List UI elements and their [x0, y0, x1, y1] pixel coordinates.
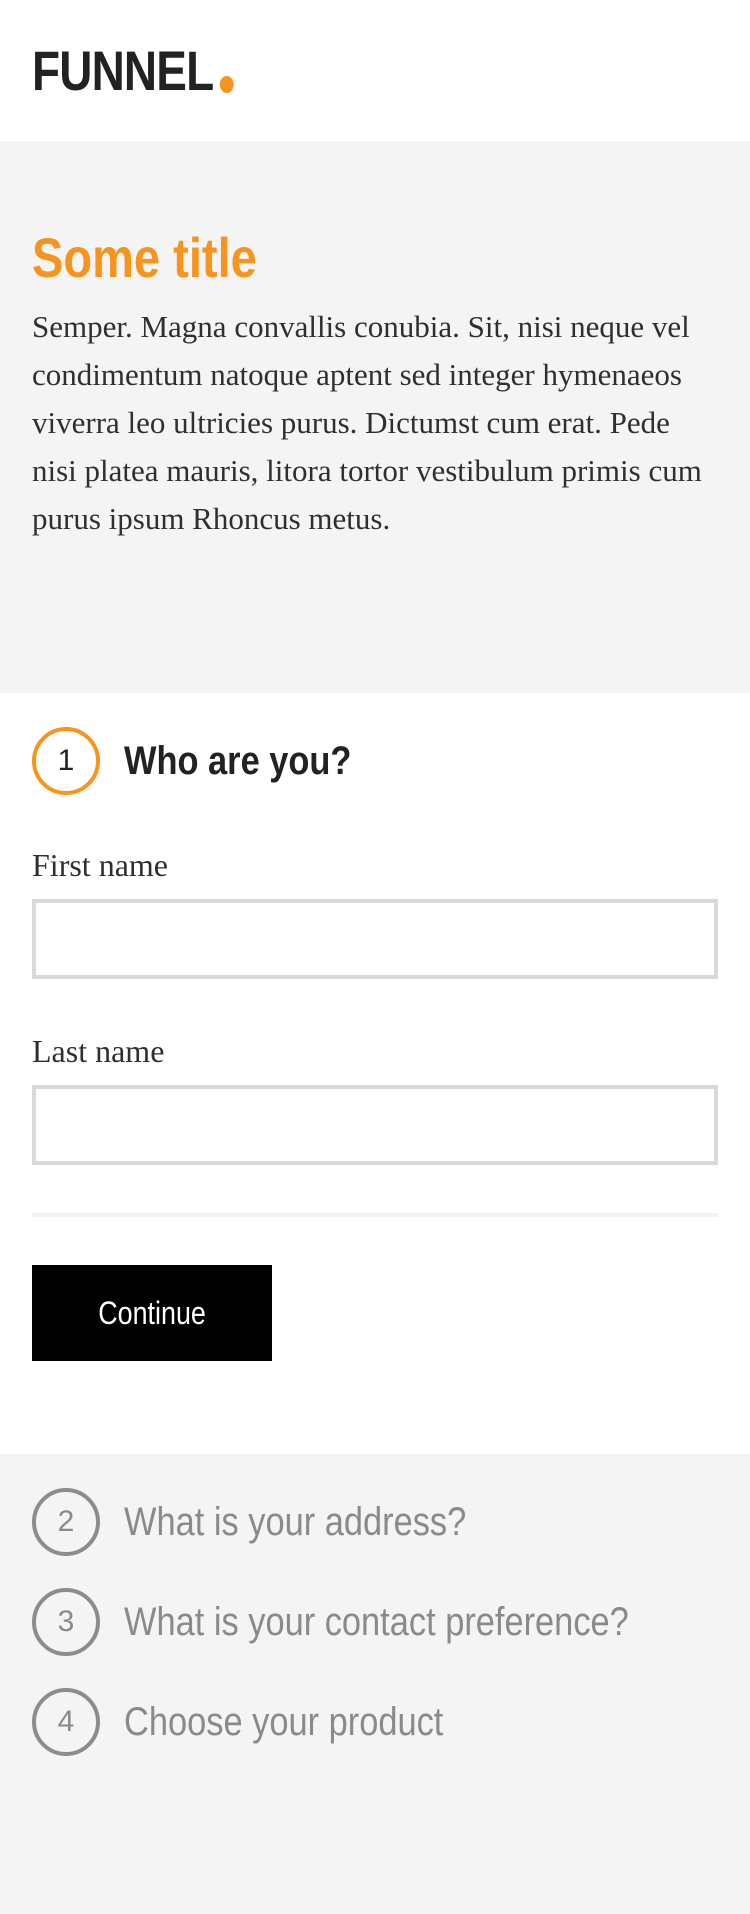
step-4-title: Choose your product [124, 1699, 444, 1744]
continue-button[interactable]: Continue [32, 1265, 272, 1361]
step-3-item[interactable]: 3 What is your contact preference? [32, 1588, 718, 1656]
step-1-number-badge: 1 [32, 727, 100, 795]
step-3-number-badge: 3 [32, 1588, 100, 1656]
continue-button-label: Continue [98, 1294, 206, 1331]
last-name-label: Last name [32, 1033, 165, 1069]
form-divider [32, 1213, 718, 1217]
funnel-logo[interactable]: FUNNEL [32, 38, 234, 102]
page-title: Some title [32, 226, 257, 289]
site-header: FUNNEL [0, 0, 750, 141]
intro-paragraph: Semper. Magna convallis conubia. Sit, ni… [32, 308, 702, 536]
pending-steps-list: 2 What is your address? 3 What is your c… [0, 1454, 750, 1914]
step-1-title: Who are you? [124, 738, 352, 783]
step-1-header: 1 Who are you? [32, 727, 718, 795]
intro-section: Some title Semper. Magna convallis conub… [0, 141, 750, 693]
first-name-label: First name [32, 847, 168, 883]
last-name-input[interactable] [32, 1085, 718, 1165]
step-4-number-badge: 4 [32, 1688, 100, 1756]
step-2-number-badge: 2 [32, 1488, 100, 1556]
logo-dot [219, 75, 234, 93]
step-3-title: What is your contact preference? [124, 1599, 629, 1644]
first-name-input[interactable] [32, 899, 718, 979]
step-4-item[interactable]: 4 Choose your product [32, 1688, 718, 1756]
step-1-section: 1 Who are you? First name Last name Cont… [0, 693, 750, 1454]
step-2-title: What is your address? [124, 1499, 467, 1544]
logo-text: FUNNEL [32, 38, 214, 102]
step-2-item[interactable]: 2 What is your address? [32, 1488, 718, 1556]
